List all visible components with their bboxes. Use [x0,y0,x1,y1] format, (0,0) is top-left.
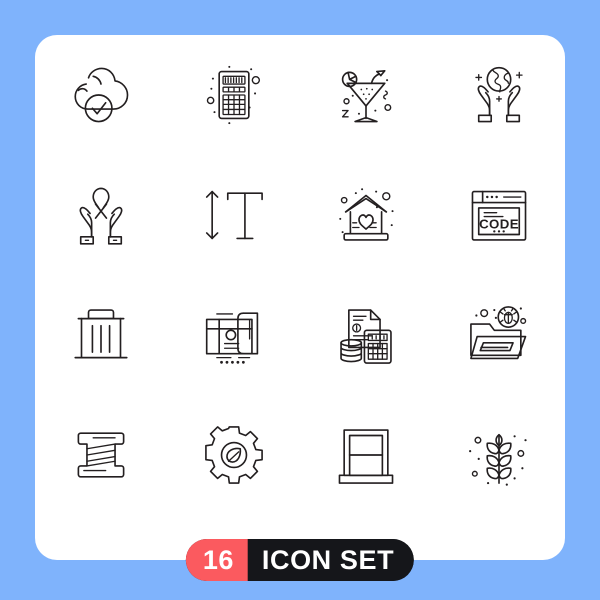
trash-bin-icon [74,309,128,359]
house-heart-icon [339,188,394,241]
code-icon-text: CODE [479,216,519,231]
hands-ribbon-icon [79,187,123,245]
cloud-check-icon [74,67,129,123]
icon-cell-folder-bug[interactable] [433,275,566,395]
icon-cell-trash-bin[interactable] [35,275,168,395]
folder-bug-icon [469,306,527,360]
icon-cell-window[interactable] [300,395,433,515]
icon-cell-text-height[interactable] [168,155,301,275]
icon-cell-house-heart[interactable] [300,155,433,275]
icon-cell-thread-spool[interactable] [35,395,168,515]
plant-branch-icon [468,433,527,486]
icon-set-badge: 16 ICON SET [185,539,415,581]
hands-globe-icon [475,66,523,123]
badge-count: 16 [185,539,248,581]
icon-cell-blueprint[interactable] [168,275,301,395]
icon-cell-accounting[interactable] [300,275,433,395]
badge-label: ICON SET [247,539,415,581]
calculator-icon [206,65,260,125]
icon-cell-cloud-check[interactable] [35,35,168,155]
text-height-icon [205,190,263,240]
eco-gear-icon [204,426,263,484]
icon-cell-browser-code[interactable]: CODE [433,155,566,275]
icon-grid: CODE [35,35,565,515]
screenshot-canvas: CODE 16 ICON SET [0,0,600,600]
icon-cell-hands-ribbon[interactable] [35,155,168,275]
icon-cell-plant-branch[interactable] [433,395,566,515]
accounting-icon [340,309,393,364]
blueprint-icon [205,312,258,364]
icon-cell-eco-gear[interactable] [168,395,301,515]
thread-spool-icon [77,432,125,478]
window-icon [338,429,394,484]
cocktail-icon [342,70,392,123]
icon-cell-cocktail[interactable] [300,35,433,155]
icon-cell-hands-globe[interactable] [433,35,566,155]
icon-cell-calculator[interactable] [168,35,301,155]
browser-code-icon: CODE [471,190,527,241]
